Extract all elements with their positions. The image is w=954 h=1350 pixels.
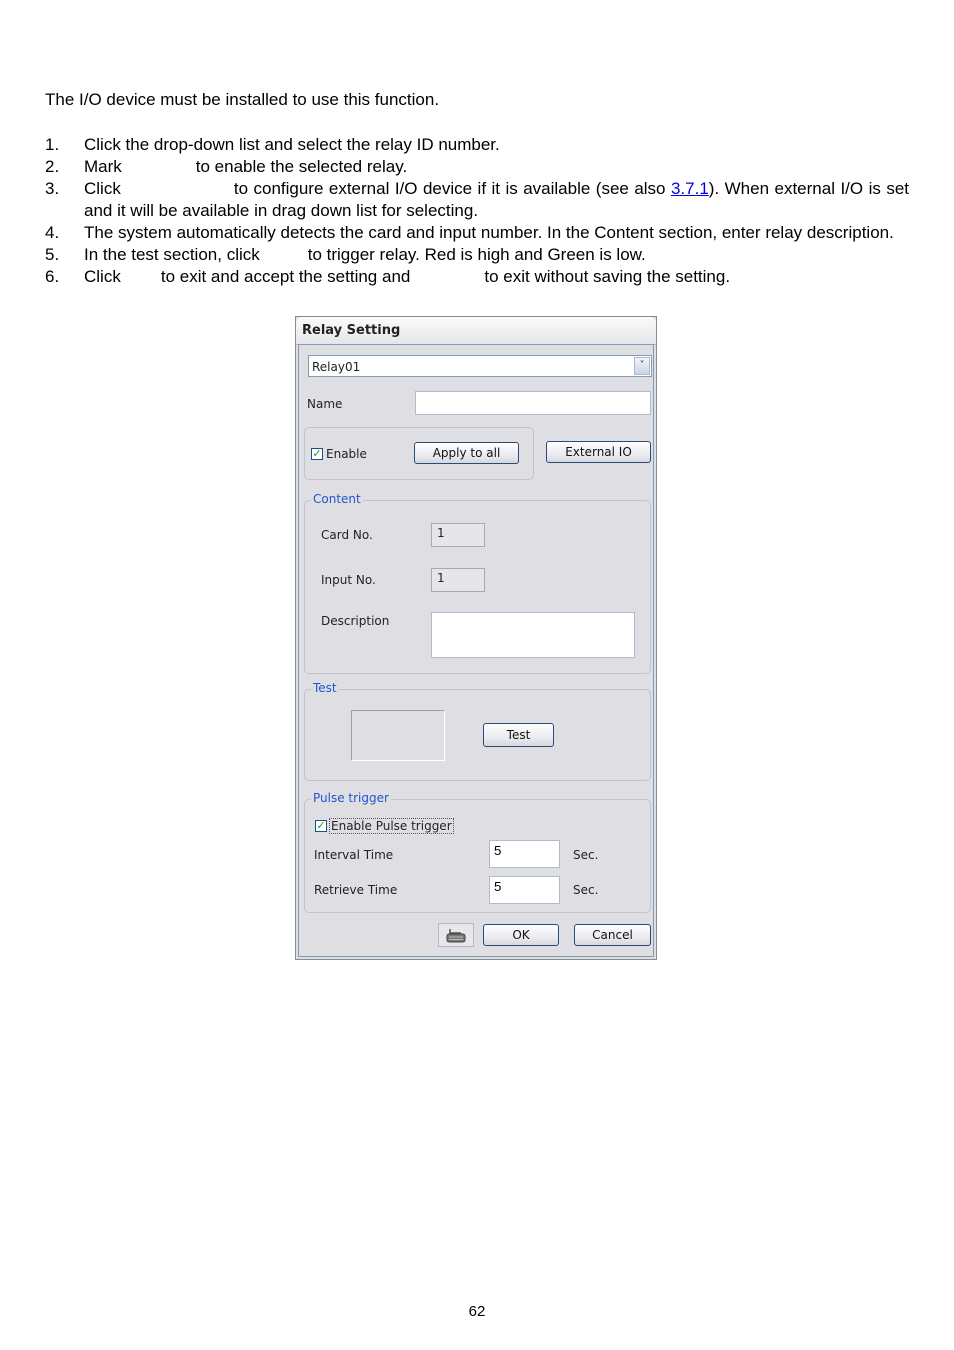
step-number: 5. bbox=[45, 245, 60, 264]
card-no-label: Card No. bbox=[321, 528, 373, 542]
test-button[interactable]: Test bbox=[483, 723, 554, 747]
enable-pulse-checkbox[interactable]: ✓ Enable Pulse trigger bbox=[315, 818, 454, 834]
pulse-trigger-group: Pulse trigger ✓ Enable Pulse trigger Int… bbox=[304, 791, 651, 913]
step-6: 6. Click to exit and accept the setting a… bbox=[45, 266, 909, 288]
name-input[interactable] bbox=[415, 391, 651, 415]
step-number: 2. bbox=[45, 157, 60, 176]
enable-group: ✓ Enable Apply to all bbox=[304, 427, 534, 480]
content-legend: Content bbox=[311, 492, 363, 506]
relay-select-value: Relay01 bbox=[312, 360, 361, 374]
step-text: to enable the selected relay. bbox=[195, 157, 408, 176]
input-no-label: Input No. bbox=[321, 573, 376, 587]
interval-unit: Sec. bbox=[573, 848, 599, 862]
dialog-title: Relay Setting bbox=[296, 317, 656, 345]
step-number: 3. bbox=[45, 179, 60, 198]
card-no-field: 1 bbox=[431, 523, 485, 547]
step-3: 3. Click to configure external I/O device… bbox=[45, 178, 909, 222]
pulse-trigger-legend: Pulse trigger bbox=[311, 791, 391, 805]
retrieve-time-input[interactable] bbox=[489, 876, 560, 904]
test-group: Test Test bbox=[304, 681, 651, 781]
keyboard-icon bbox=[446, 929, 466, 943]
step-1: 1. Click the drop-down list and select t… bbox=[45, 134, 909, 156]
interval-time-input[interactable] bbox=[489, 840, 560, 868]
enable-label: Enable bbox=[326, 447, 367, 461]
step-text: The system automatically detects the car… bbox=[84, 223, 894, 242]
content-group: Content Card No. 1 Input No. 1 Descripti… bbox=[304, 492, 651, 674]
relay-select[interactable]: Relay01 ˅ bbox=[308, 355, 652, 377]
name-label: Name bbox=[307, 397, 343, 411]
apply-to-all-button[interactable]: Apply to all bbox=[414, 442, 519, 464]
keyboard-button[interactable] bbox=[438, 923, 474, 947]
external-io-button[interactable]: External IO bbox=[546, 441, 651, 463]
input-no-field: 1 bbox=[431, 568, 485, 592]
retrieve-time-label: Retrieve Time bbox=[314, 883, 398, 897]
step-2: 2. Mark to enable the selected relay. bbox=[45, 156, 909, 178]
step-number: 1. bbox=[45, 135, 60, 154]
description-input[interactable] bbox=[431, 612, 635, 658]
step-text: to configure external I/O device if it i… bbox=[233, 179, 671, 198]
section-link[interactable]: 3.7.1 bbox=[671, 179, 709, 198]
step-text: Click bbox=[84, 267, 121, 286]
retrieve-unit: Sec. bbox=[573, 883, 599, 897]
intro-text: The I/O device must be installed to use … bbox=[45, 90, 440, 109]
step-number: 4. bbox=[45, 223, 60, 242]
steps-list: 1. Click the drop-down list and select t… bbox=[45, 134, 909, 288]
step-text: to trigger relay. Red is high and Green … bbox=[307, 245, 646, 264]
step-text: to exit and accept the setting and bbox=[160, 267, 411, 286]
checkmark-icon[interactable]: ✓ bbox=[315, 820, 327, 832]
step-text: Click the drop-down list and select the … bbox=[84, 135, 500, 154]
cancel-button[interactable]: Cancel bbox=[574, 924, 651, 946]
ok-button[interactable]: OK bbox=[483, 924, 559, 946]
step-text: Mark bbox=[84, 157, 122, 176]
step-5: 5. In the test section, click to trigger … bbox=[45, 244, 909, 266]
relay-status-indicator bbox=[351, 710, 445, 761]
description-label: Description bbox=[321, 614, 390, 628]
step-text: Click bbox=[84, 179, 121, 198]
interval-time-label: Interval Time bbox=[314, 848, 394, 862]
step-number: 6. bbox=[45, 267, 60, 286]
checkmark-icon[interactable]: ✓ bbox=[311, 448, 323, 460]
step-4: 4. The system automatically detects the … bbox=[45, 222, 909, 244]
relay-setting-dialog: Relay Setting Relay01 ˅ Name ✓ Enable Ap… bbox=[295, 316, 657, 960]
step-text: to exit without saving the setting. bbox=[484, 267, 731, 286]
dialog-body: Relay01 ˅ Name ✓ Enable Apply to all Ext… bbox=[298, 344, 654, 957]
chevron-down-icon[interactable]: ˅ bbox=[634, 357, 650, 375]
page-number: 62 bbox=[468, 1303, 486, 1320]
step-text: In the test section, click bbox=[84, 245, 260, 264]
enable-pulse-label: Enable Pulse trigger bbox=[329, 818, 454, 834]
enable-checkbox[interactable]: ✓ Enable bbox=[311, 447, 367, 461]
test-legend: Test bbox=[311, 681, 339, 695]
